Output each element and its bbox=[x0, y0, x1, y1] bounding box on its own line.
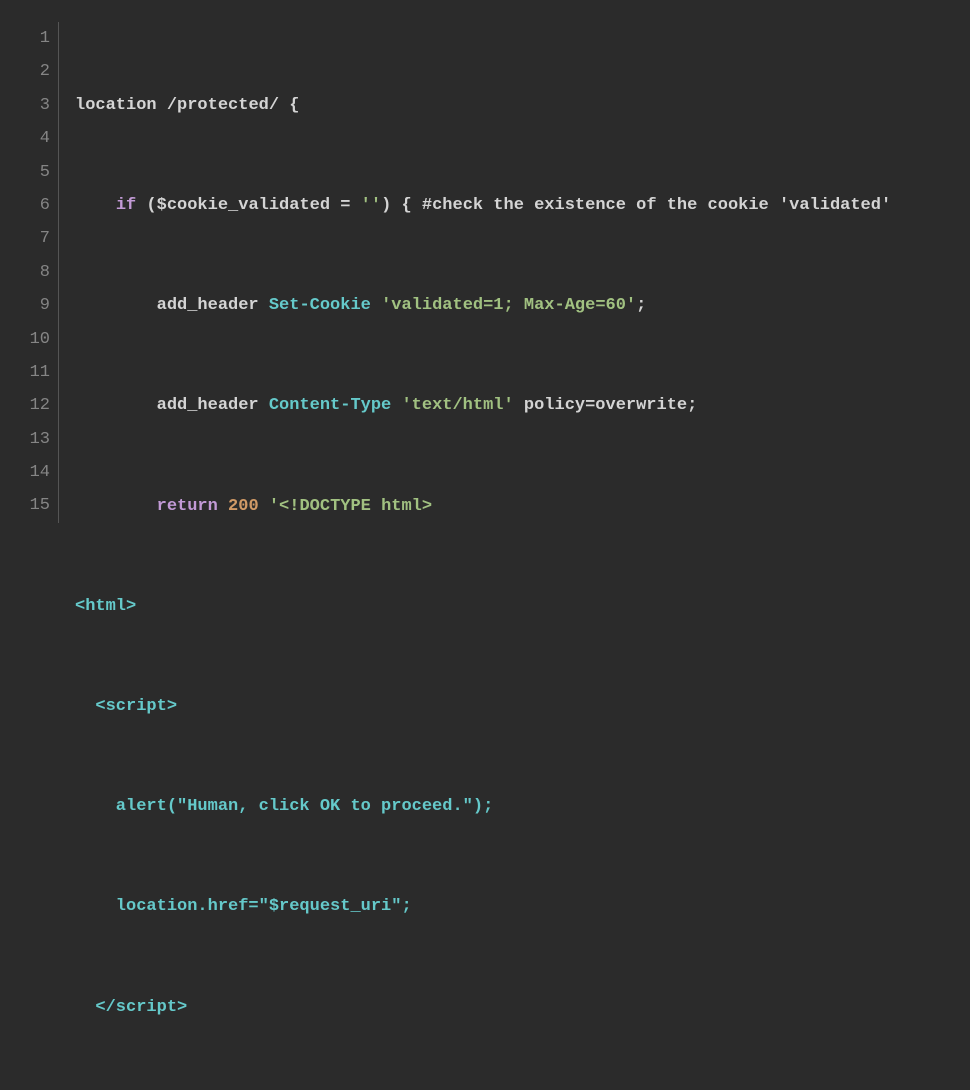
code-line: alert("Human, click OK to proceed."); bbox=[75, 790, 952, 823]
code-line: <script> bbox=[75, 690, 952, 723]
line-number: 2 bbox=[18, 55, 50, 88]
code-editor: 1 2 3 4 5 6 7 8 9 10 11 12 13 14 15 loca… bbox=[18, 22, 952, 523]
code-line: location /protected/ { bbox=[75, 89, 952, 122]
line-number: 13 bbox=[18, 423, 50, 456]
line-number: 15 bbox=[18, 489, 50, 522]
code-line: if ($cookie_validated = '') { #check the… bbox=[75, 189, 952, 222]
line-number: 11 bbox=[18, 356, 50, 389]
line-number: 4 bbox=[18, 122, 50, 155]
code-line: </script> bbox=[75, 991, 952, 1024]
line-number: 9 bbox=[18, 289, 50, 322]
code-line: location.href="$request_uri"; bbox=[75, 890, 952, 923]
line-number: 3 bbox=[18, 89, 50, 122]
code-line: <html> bbox=[75, 590, 952, 623]
line-number: 6 bbox=[18, 189, 50, 222]
code-line: add_header Set-Cookie 'validated=1; Max-… bbox=[75, 289, 952, 322]
code-line: add_header Content-Type 'text/html' poli… bbox=[75, 389, 952, 422]
line-number: 10 bbox=[18, 323, 50, 356]
line-number: 14 bbox=[18, 456, 50, 489]
line-number: 12 bbox=[18, 389, 50, 422]
line-number: 5 bbox=[18, 156, 50, 189]
line-number: 1 bbox=[18, 22, 50, 55]
code-line: return 200 '<!DOCTYPE html> bbox=[75, 490, 952, 523]
line-number-gutter: 1 2 3 4 5 6 7 8 9 10 11 12 13 14 15 bbox=[18, 22, 59, 523]
code-area[interactable]: location /protected/ { if ($cookie_valid… bbox=[59, 22, 952, 523]
line-number: 7 bbox=[18, 222, 50, 255]
line-number: 8 bbox=[18, 256, 50, 289]
